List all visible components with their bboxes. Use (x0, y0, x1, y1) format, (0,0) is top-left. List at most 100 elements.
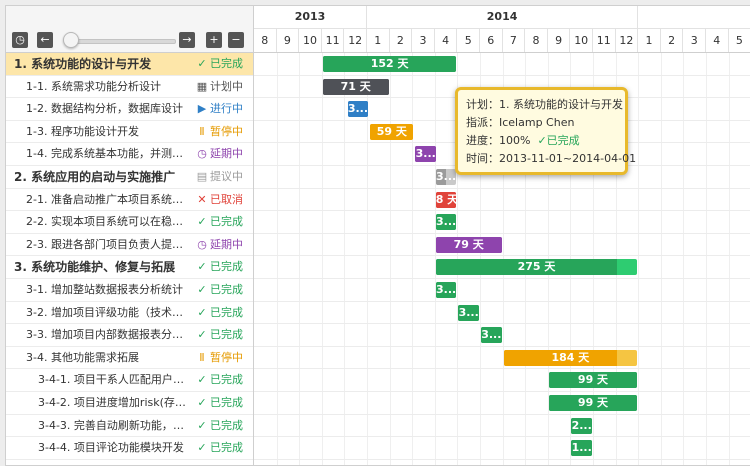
task-row[interactable]: 3-4-1. 项目干系人匹配用户相… ✓ 已完成 (6, 369, 253, 392)
check-icon: ✓ (197, 328, 207, 342)
task-status-label: 计划中 (210, 79, 243, 93)
task-row[interactable]: 3-4-2. 项目进度增加risk(存在… ✓ 已完成 (6, 392, 253, 415)
check-icon: ✓ (197, 373, 207, 387)
task-row[interactable]: 1. 系统功能的设计与开发 ✓ 已完成 (6, 53, 253, 76)
check-icon: ✓ (537, 134, 547, 147)
scroll-left-button[interactable]: ← (37, 32, 53, 48)
task-status-label: 已完成 (210, 282, 243, 296)
grid-column-line (276, 53, 278, 465)
month-label: 9 (277, 29, 300, 52)
task-row[interactable]: 2-3. 跟进各部门项目负责人提交… ◷ 延期中 (6, 234, 253, 257)
slider-thumb[interactable] (63, 32, 79, 48)
task-panel: ◷ ← → + − 1. 系统功能的设计与开发 ✓ 已完成 1-1. 系统需求功能分析… (6, 6, 254, 465)
check-icon: ✓ (197, 395, 207, 409)
task-bar[interactable]: 3... (435, 169, 457, 185)
zoom-in-button[interactable]: + (206, 32, 222, 48)
task-row[interactable]: 3-4-4. 项目评论功能模块开发 ✓ 已完成 (6, 437, 253, 460)
month-label: 10 (299, 29, 322, 52)
bar-label: 3... (481, 328, 502, 342)
pause-circle-icon: Ⅱ (199, 124, 205, 138)
bar-label: 3... (435, 170, 457, 183)
month-label: 8 (254, 29, 277, 52)
task-bar[interactable]: 184 天 (503, 349, 638, 366)
cross-icon: ✕ (197, 192, 207, 206)
task-status-label: 暂停中 (210, 124, 243, 138)
check-icon: ✓ (197, 215, 207, 229)
grid-row-line (254, 210, 750, 212)
month-label: 11 (593, 29, 616, 52)
task-row[interactable]: 1-4. 完成系统基本功能，并测试… ◷ 延期中 (6, 143, 253, 166)
task-bar[interactable]: 99 天 (548, 372, 638, 389)
task-bar[interactable]: 3... (481, 327, 502, 344)
task-status-label: 已完成 (210, 305, 243, 319)
task-bar[interactable]: 71 天 (322, 78, 389, 95)
task-status: ✓ 已完成 (196, 256, 252, 278)
grid-column-line (683, 53, 685, 465)
check-icon: ✓ (197, 441, 207, 455)
task-bar[interactable]: 152 天 (322, 56, 457, 72)
scroll-right-button[interactable]: → (179, 32, 195, 48)
zoom-out-button[interactable]: − (228, 32, 244, 48)
task-bar[interactable]: 99 天 (548, 395, 638, 411)
zoom-slider[interactable] (63, 32, 186, 48)
task-bar[interactable]: 3... (458, 304, 479, 321)
task-status: ✕ 已取消 (196, 189, 252, 211)
task-name: 2. 系统应用的启动与实施推广 (14, 169, 176, 184)
task-row[interactable]: 2-2. 实现本项目系统可以在稳定… ✓ 已完成 (6, 211, 253, 234)
bar-label: 1... (571, 441, 592, 455)
task-row[interactable]: 3. 系统功能维护、修复与拓展 ✓ 已完成 (6, 256, 253, 279)
bar-label: 275 天 (517, 260, 556, 274)
task-row[interactable]: 1-2. 数据结构分析，数据库设计 ▶ 进行中 (6, 98, 253, 121)
month-label: 11 (322, 29, 345, 52)
timeline-panel: 2013 2014 8 9 10 11 12 1 2 3 4 5 6 7 8 9 10 11 12 1 2 3 4 5 15… (254, 6, 750, 465)
bar-label: 152 天 (370, 57, 409, 70)
clock-icon: ◷ (15, 33, 25, 46)
task-row[interactable]: 2. 系统应用的启动与实施推广 ▤ 提议中 (6, 166, 253, 189)
task-status-label: 已完成 (210, 418, 243, 432)
task-name: 3-4-4. 项目评论功能模块开发 (38, 441, 184, 455)
month-label: 12 (344, 29, 367, 52)
task-row[interactable]: 2-1. 准备启动推广本项目系统，… ✕ 已取消 (6, 189, 253, 212)
task-status: ◷ 延期中 (196, 143, 252, 165)
task-bar[interactable]: 8 天 (435, 191, 457, 208)
task-status-label: 延期中 (210, 147, 243, 161)
task-bar[interactable]: 3... (435, 214, 457, 231)
task-row[interactable]: 3-1. 增加整站数据报表分析统计 ✓ 已完成 (6, 279, 253, 302)
alarm-icon: ◷ (197, 147, 207, 161)
tooltip-assignee: 指派：Icelamp Chen (466, 116, 575, 129)
task-bar[interactable]: 59 天 (370, 123, 414, 140)
month-label: 9 (548, 29, 571, 52)
month-label: 5 (729, 29, 750, 52)
task-row[interactable]: 3-3. 增加项目内部数据报表分析… ✓ 已完成 (6, 324, 253, 347)
month-label: 4 (435, 29, 458, 52)
task-row[interactable]: 3-2. 增加项目评级功能（技术阶… ✓ 已完成 (6, 302, 253, 325)
bar-label: 3... (435, 283, 457, 296)
task-bar[interactable]: 3... (347, 101, 369, 118)
task-bar[interactable]: 2... (571, 417, 592, 434)
task-row[interactable]: 3-4-3. 完善自动刷新功能，提… ✓ 已完成 (6, 415, 253, 438)
task-row[interactable]: 1-1. 系统需求功能分析设计 ▦ 计划中 (6, 76, 253, 99)
grid-column-line (728, 53, 730, 465)
tooltip-progress: 进度：100% ✓已完成 (466, 132, 617, 150)
grid-column-line (706, 53, 707, 465)
task-bar[interactable]: 275 天 (435, 259, 638, 276)
task-status-label: 已完成 (210, 215, 243, 229)
task-row[interactable]: 3-4. 其他功能需求拓展 Ⅱ 暂停中 (6, 347, 253, 370)
slider-track (68, 39, 176, 44)
grid-row-line (254, 323, 750, 325)
month-label: 5 (457, 29, 480, 52)
task-status-label: 提议中 (210, 169, 243, 183)
task-row[interactable]: 1-3. 程序功能设计开发 Ⅱ 暂停中 (6, 121, 253, 144)
calendar-icon: ▦ (196, 79, 208, 93)
task-name: 1-4. 完成系统基本功能，并测试… (26, 147, 192, 161)
task-bar[interactable]: 3... (415, 146, 437, 163)
bar-label: 99 天 (577, 396, 609, 409)
zoom-out-icon: − (231, 33, 241, 46)
today-button[interactable]: ◷ (12, 32, 28, 48)
task-status-label: 已取消 (210, 192, 243, 206)
task-bar[interactable]: 1... (571, 440, 592, 457)
task-bar[interactable]: 3... (435, 282, 457, 298)
month-label: 2 (390, 29, 413, 52)
task-status: ✓ 已完成 (196, 279, 252, 301)
task-bar[interactable]: 79 天 (435, 236, 502, 253)
